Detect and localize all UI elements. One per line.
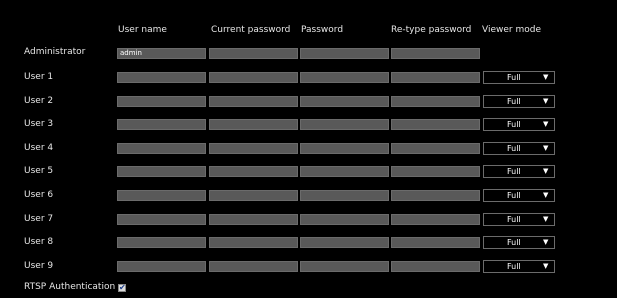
user-7-current-password-field[interactable]	[209, 214, 298, 225]
header-user-name: User name	[118, 25, 167, 35]
user-5-password-field[interactable]	[300, 166, 389, 177]
header-current-password: Current password	[211, 25, 291, 35]
user-3-current-password-field[interactable]	[209, 119, 298, 130]
user-2-retype-password-field[interactable]	[391, 96, 480, 107]
user-6-password-field[interactable]	[300, 190, 389, 201]
viewer-mode-value: Full	[507, 167, 521, 176]
user-6-label: User 6	[24, 190, 54, 200]
user-8-label: User 8	[24, 237, 54, 247]
viewer-mode-value: Full	[507, 144, 521, 153]
user-5-retype-password-field[interactable]	[391, 166, 480, 177]
viewer-mode-value: Full	[507, 238, 521, 247]
admin-current-password-field[interactable]	[209, 48, 298, 59]
user-7-label: User 7	[24, 214, 54, 224]
chevron-down-icon: ▼	[543, 238, 549, 246]
user-4-current-password-field[interactable]	[209, 143, 298, 154]
user-7-password-field[interactable]	[300, 214, 389, 225]
user-1-current-password-field[interactable]	[209, 72, 298, 83]
header-password: Password	[301, 25, 344, 35]
user-2-label: User 2	[24, 96, 54, 106]
user-7-viewer-mode-select[interactable]: Full ▼	[483, 213, 555, 226]
user-3-username-field[interactable]	[117, 119, 206, 130]
user-9-label: User 9	[24, 261, 54, 271]
chevron-down-icon: ▼	[543, 73, 549, 81]
chevron-down-icon: ▼	[543, 144, 549, 152]
chevron-down-icon: ▼	[543, 120, 549, 128]
admin-retype-password-field[interactable]	[391, 48, 480, 59]
user-2-password-field[interactable]	[300, 96, 389, 107]
user-9-username-field[interactable]	[117, 261, 206, 272]
viewer-mode-value: Full	[507, 120, 521, 129]
user-1-label: User 1	[24, 72, 54, 82]
user-3-retype-password-field[interactable]	[391, 119, 480, 130]
user-9-current-password-field[interactable]	[209, 261, 298, 272]
admin-username-field[interactable]: admin	[117, 48, 206, 59]
header-viewer-mode: Viewer mode	[482, 25, 541, 35]
viewer-mode-value: Full	[507, 215, 521, 224]
rtsp-authentication-label: RTSP Authentication	[24, 282, 116, 292]
user-1-retype-password-field[interactable]	[391, 72, 480, 83]
user-3-viewer-mode-select[interactable]: Full ▼	[483, 118, 555, 131]
user-8-username-field[interactable]	[117, 237, 206, 248]
user-5-username-field[interactable]	[117, 166, 206, 177]
user-2-current-password-field[interactable]	[209, 96, 298, 107]
user-5-viewer-mode-select[interactable]: Full ▼	[483, 165, 555, 178]
user-4-viewer-mode-select[interactable]: Full ▼	[483, 142, 555, 155]
user-3-label: User 3	[24, 119, 54, 129]
user-1-password-field[interactable]	[300, 72, 389, 83]
user-8-password-field[interactable]	[300, 237, 389, 248]
chevron-down-icon: ▼	[543, 97, 549, 105]
rtsp-authentication-checkbox[interactable]: ✔	[118, 284, 126, 292]
chevron-down-icon: ▼	[543, 167, 549, 175]
user-5-current-password-field[interactable]	[209, 166, 298, 177]
viewer-mode-value: Full	[507, 191, 521, 200]
user-3-password-field[interactable]	[300, 119, 389, 130]
user-2-username-field[interactable]	[117, 96, 206, 107]
user-1-username-field[interactable]	[117, 72, 206, 83]
administrator-label: Administrator	[24, 47, 86, 57]
user-8-current-password-field[interactable]	[209, 237, 298, 248]
user-9-retype-password-field[interactable]	[391, 261, 480, 272]
admin-password-field[interactable]	[300, 48, 389, 59]
header-retype-password: Re-type password	[391, 25, 472, 35]
user-9-viewer-mode-select[interactable]: Full ▼	[483, 260, 555, 273]
viewer-mode-value: Full	[507, 73, 521, 82]
user-4-label: User 4	[24, 143, 54, 153]
chevron-down-icon: ▼	[543, 262, 549, 270]
user-6-username-field[interactable]	[117, 190, 206, 201]
user-8-viewer-mode-select[interactable]: Full ▼	[483, 236, 555, 249]
user-1-viewer-mode-select[interactable]: Full ▼	[483, 71, 555, 84]
chevron-down-icon: ▼	[543, 215, 549, 223]
user-8-retype-password-field[interactable]	[391, 237, 480, 248]
user-9-password-field[interactable]	[300, 261, 389, 272]
chevron-down-icon: ▼	[543, 191, 549, 199]
user-4-username-field[interactable]	[117, 143, 206, 154]
viewer-mode-value: Full	[507, 97, 521, 106]
user-5-label: User 5	[24, 166, 54, 176]
user-2-viewer-mode-select[interactable]: Full ▼	[483, 95, 555, 108]
user-4-retype-password-field[interactable]	[391, 143, 480, 154]
user-6-retype-password-field[interactable]	[391, 190, 480, 201]
viewer-mode-value: Full	[507, 262, 521, 271]
user-7-username-field[interactable]	[117, 214, 206, 225]
user-7-retype-password-field[interactable]	[391, 214, 480, 225]
user-6-current-password-field[interactable]	[209, 190, 298, 201]
user-4-password-field[interactable]	[300, 143, 389, 154]
user-6-viewer-mode-select[interactable]: Full ▼	[483, 189, 555, 202]
